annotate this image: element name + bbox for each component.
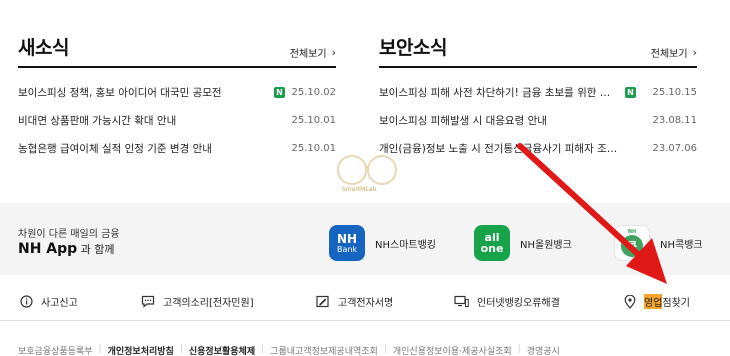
service-label: 사고신고 [41, 298, 78, 309]
news-item-title: 보이스피싱 정책, 홍보 아이디어 대국민 공모전 [18, 86, 222, 99]
location-pin-icon [624, 294, 636, 309]
security-news-title: 보안소식 [379, 37, 447, 59]
news-item-date: 25.10.01 [291, 114, 336, 126]
footer-link[interactable]: 경영공시 [527, 344, 560, 356]
news-item-date: 23.07.06 [652, 142, 697, 154]
app-band-title-bold: NH App [18, 241, 78, 257]
app-band-title: NH App 과 함께 [18, 241, 115, 257]
chevron-right-icon: › [692, 46, 697, 59]
security-news-item[interactable]: 보이스피싱 피해 사전 차단하기! 금융 초보를 위한 … N 25.10.15 [379, 78, 697, 106]
service-label: 고객전자서명 [338, 298, 394, 309]
app-nh-smart-banking[interactable]: NH Bank NH스마트뱅킹 [329, 225, 436, 261]
security-news-item[interactable]: 보이스피싱 피해발생 시 대응요령 안내 23.08.11 [379, 106, 697, 134]
view-all-label: 전체보기 [289, 49, 327, 60]
footer-link[interactable]: 개인정보처리방침 [108, 344, 174, 356]
view-all-label: 전체보기 [650, 49, 688, 60]
news-item-date: 25.10.15 [652, 86, 697, 98]
service-label: 인터넷뱅킹오류해결 [477, 298, 560, 309]
security-news-list: 보이스피싱 피해 사전 차단하기! 금융 초보를 위한 … N 25.10.15… [379, 78, 697, 162]
news-item-title: 보이스피싱 피해발생 시 대응요령 안내 [379, 114, 547, 127]
news-view-all-link[interactable]: 전체보기 › [290, 45, 336, 60]
footer-separator: | [383, 344, 387, 354]
news-item[interactable]: 보이스피싱 정책, 홍보 아이디어 대국민 공모전 N 25.10.02 [18, 78, 336, 106]
news-item-date: 23.08.11 [652, 114, 697, 126]
footer-separator: | [98, 344, 102, 354]
news-header: 새소식 전체보기 › [18, 36, 336, 68]
new-badge: N [274, 86, 285, 98]
app-band-title-rest: 과 함께 [77, 243, 115, 256]
app-label: NH콕뱅크 [660, 239, 703, 251]
branch-finder-highlight: 영업 [644, 294, 663, 309]
new-badge: N [625, 86, 636, 98]
security-news-item[interactable]: 개인(금융)정보 노출 시 전기통신금융사기 피해자 조… 23.07.06 [379, 134, 697, 162]
info-circle-icon [20, 295, 33, 308]
footer-separator: | [261, 344, 265, 354]
e-signature-link[interactable]: 고객전자서명 [316, 294, 393, 309]
branch-finder-link[interactable]: 영업 점찾기 [624, 294, 690, 309]
customer-voice-link[interactable]: 고객의소리[전자민원] [141, 294, 254, 309]
news-section: 새소식 전체보기 › 보이스피싱 정책, 홍보 아이디어 대국민 공모전 N 2… [18, 36, 336, 162]
news-item-title: 비대면 상품판매 가능시간 확대 안내 [18, 114, 177, 127]
news-item-title: 농협은행 급여이체 실적 인정 기준 변경 안내 [18, 142, 212, 155]
kok-bank-app-icon: NH 콕 [614, 225, 650, 261]
computer-monitor-icon [454, 295, 469, 307]
news-item[interactable]: 비대면 상품판매 가능시간 확대 안내 25.10.01 [18, 106, 336, 134]
branch-finder-label: 점찾기 [662, 298, 691, 309]
footer-separator: | [517, 344, 521, 354]
news-item-date: 25.10.02 [291, 86, 336, 98]
app-band-subtitle: 차원이 다른 매일의 금융 [18, 229, 120, 240]
news-list: 보이스피싱 정책, 홍보 아이디어 대국민 공모전 N 25.10.02 비대면… [18, 78, 336, 162]
internet-banking-error-link[interactable]: 인터넷뱅킹오류해결 [454, 294, 560, 309]
news-item-title: 개인(금융)정보 노출 시 전기통신금융사기 피해자 조… [379, 142, 618, 155]
news-item-title: 보이스피싱 피해 사전 차단하기! 금융 초보를 위한 … [379, 86, 611, 99]
app-nh-allone-bank[interactable]: all one NH올원뱅크 [474, 225, 572, 261]
chat-bubble-icon [141, 295, 155, 308]
service-label: 고객의소리[전자민원] [163, 298, 254, 309]
footer-link[interactable]: 보호금융상품등록부 [18, 344, 93, 356]
news-title: 새소식 [18, 37, 69, 59]
footer-separator: | [179, 344, 183, 354]
footer-links: 보호금융상품등록부 | 개인정보처리방침 | 신용정보활용체제 | 그룹내고객정… [18, 344, 560, 356]
news-item[interactable]: 농협은행 급여이체 실적 인정 기준 변경 안내 25.10.01 [18, 134, 336, 162]
app-nh-kok-bank[interactable]: NH 콕 NH콕뱅크 [614, 225, 703, 261]
footer-link[interactable]: 그룹내고객정보제공내역조회 [270, 344, 378, 356]
app-label: NH올원뱅크 [520, 239, 572, 251]
security-news-header: 보안소식 전체보기 › [379, 36, 697, 68]
accident-report-link[interactable]: 사고신고 [20, 294, 78, 309]
chevron-right-icon: › [331, 46, 336, 59]
nh-bank-app-icon: NH Bank [329, 225, 365, 261]
signature-pen-icon [316, 295, 329, 308]
app-label: NH스마트뱅킹 [375, 239, 436, 251]
security-news-section: 보안소식 전체보기 › 보이스피싱 피해 사전 차단하기! 금융 초보를 위한 … [379, 36, 697, 162]
footer-link[interactable]: 개인신용정보이용·제공사실조회 [393, 344, 512, 356]
footer-link[interactable]: 신용정보활용체제 [189, 344, 255, 356]
watermark-label: SmartMLab [342, 186, 377, 193]
allone-app-icon: all one [474, 225, 510, 261]
security-view-all-link[interactable]: 전체보기 › [651, 45, 697, 60]
